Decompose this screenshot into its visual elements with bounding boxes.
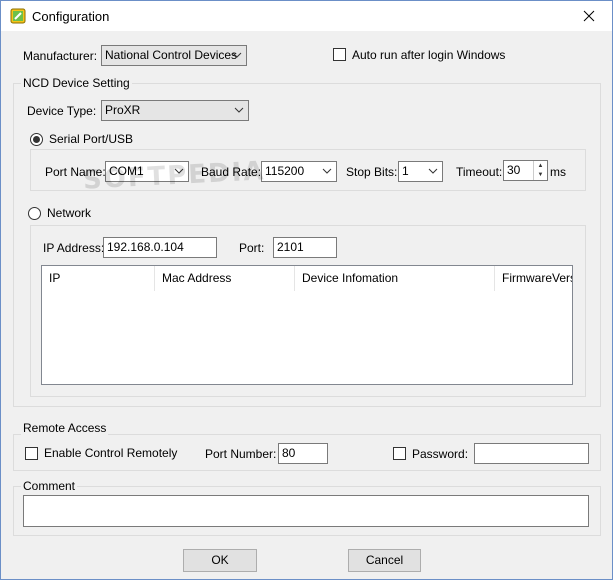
timeout-stepper-buttons: ▲ ▼: [533, 161, 547, 180]
serial-port-label: Serial Port/USB: [49, 132, 134, 146]
baud-rate-value: 115200: [265, 164, 305, 178]
device-type-label: Device Type:: [27, 104, 97, 118]
device-type-select[interactable]: ProXR: [101, 100, 249, 121]
manufacturer-select[interactable]: National Control Devices: [101, 45, 247, 66]
chevron-down-icon: [232, 52, 242, 58]
configuration-window: Configuration Manufacturer: National Con…: [0, 0, 613, 580]
stop-bits-select[interactable]: 1: [398, 161, 443, 182]
device-list-header: IP Mac Address Device Infomation Firmwar…: [42, 266, 572, 291]
ip-address-value: 192.168.0.104: [107, 240, 184, 254]
app-icon: [10, 8, 26, 24]
stop-bits-label: Stop Bits:: [346, 165, 398, 179]
timeout-value: 30: [507, 163, 521, 177]
password-label: Password:: [412, 447, 469, 461]
column-header-ip[interactable]: IP: [42, 266, 155, 291]
manufacturer-value: National Control Devices: [105, 48, 238, 62]
column-header-mac[interactable]: Mac Address: [155, 266, 295, 291]
baud-rate-select[interactable]: 115200: [261, 161, 337, 182]
port-input[interactable]: 2101: [273, 237, 337, 258]
port-number-value: 80: [282, 446, 296, 460]
network-radio[interactable]: [28, 207, 41, 220]
chevron-down-icon: [428, 168, 438, 174]
remote-access-group-title: Remote Access: [21, 421, 109, 435]
stepper-up-icon[interactable]: ▲: [534, 161, 547, 170]
password-checkbox[interactable]: [393, 447, 406, 460]
close-icon: [583, 10, 595, 22]
close-button[interactable]: [566, 1, 612, 31]
port-label: Port:: [239, 241, 265, 255]
device-type-value: ProXR: [105, 103, 141, 117]
ip-address-label: IP Address:: [43, 241, 105, 255]
port-value: 2101: [277, 240, 304, 254]
timeout-stepper[interactable]: 30 ▲ ▼: [503, 160, 548, 181]
timeout-unit: ms: [550, 165, 566, 179]
column-header-device-info[interactable]: Device Infomation: [295, 266, 495, 291]
network-label: Network: [47, 206, 92, 220]
ok-button[interactable]: OK: [183, 549, 257, 572]
ncd-device-group-title: NCD Device Setting: [21, 76, 132, 90]
title-bar[interactable]: Configuration: [1, 1, 612, 31]
stepper-down-icon[interactable]: ▼: [534, 170, 547, 179]
comment-group-title: Comment: [21, 479, 78, 493]
enable-remote-checkbox[interactable]: [25, 447, 38, 460]
column-header-firmware[interactable]: FirmwareVersion: [495, 266, 572, 291]
port-number-input[interactable]: 80: [278, 443, 328, 464]
device-list[interactable]: IP Mac Address Device Infomation Firmwar…: [41, 265, 573, 385]
chevron-down-icon: [234, 107, 244, 113]
timeout-label: Timeout:: [456, 165, 503, 179]
chevron-down-icon: [322, 168, 332, 174]
comment-input[interactable]: [23, 495, 589, 527]
auto-run-checkbox[interactable]: [333, 48, 346, 61]
auto-run-label: Auto run after login Windows: [352, 48, 506, 62]
cancel-button[interactable]: Cancel: [348, 549, 421, 572]
serial-port-radio[interactable]: [30, 133, 43, 146]
manufacturer-label: Manufacturer:: [23, 49, 98, 63]
port-number-label: Port Number:: [205, 447, 277, 461]
window-title: Configuration: [32, 9, 110, 24]
stop-bits-value: 1: [402, 164, 409, 178]
ip-address-input[interactable]: 192.168.0.104: [103, 237, 217, 258]
password-input[interactable]: [474, 443, 589, 464]
enable-remote-label: Enable Control Remotely: [44, 446, 178, 460]
